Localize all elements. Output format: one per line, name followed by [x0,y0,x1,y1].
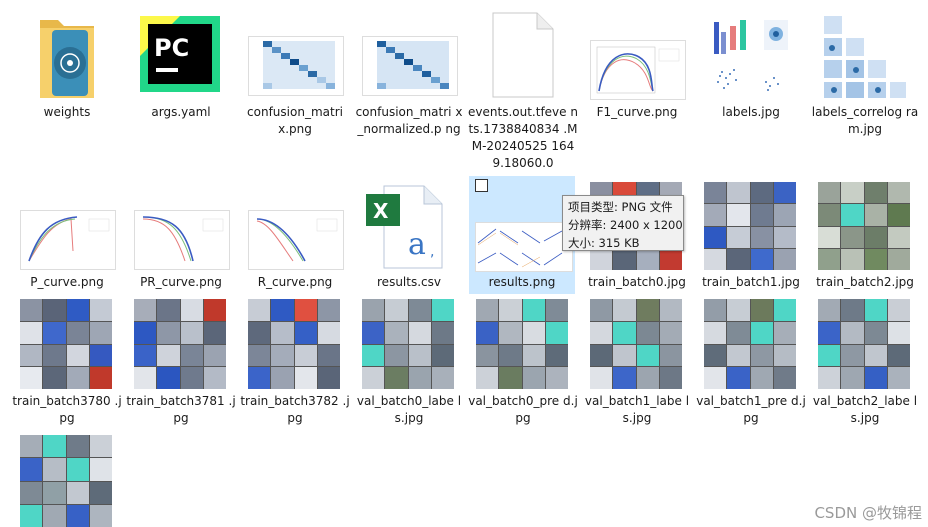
file-label: R_curve.png [257,275,333,289]
file-p-curve[interactable]: P_curve.png [12,178,122,296]
file-f1-curve[interactable]: F1_curve.png [582,8,692,126]
file-label: results.csv [377,275,441,289]
image-thumbnail-icon [704,182,796,270]
svg-text:,: , [430,244,434,260]
file-label: results.png [488,275,556,289]
image-thumbnail-icon [20,210,116,270]
file-train-batch3780[interactable]: train_batch3780 .jpg [12,297,122,431]
file-label: train_batch0.jpg [588,275,686,289]
image-thumbnail-icon [134,210,230,270]
tooltip-type: 项目类型: PNG 文件 [568,200,673,214]
file-val-batch2-labels[interactable]: val_batch2_labe ls.jpg [810,297,920,431]
file-train-batch1[interactable]: train_batch1.jpg [696,178,806,296]
file-label: val_batch0_pre d.jpg [468,394,578,425]
image-thumbnail-icon [20,435,112,527]
image-thumbnail-icon [818,299,910,389]
file-val-batch2-pred[interactable] [12,433,122,527]
file-val-batch0-pred[interactable]: val_batch0_pre d.jpg [468,297,578,431]
file-results-png-selected[interactable]: results.png [469,176,575,294]
tooltip-resolution: 分辨率: 2400 x 1200 [568,218,683,232]
image-thumbnail-icon [475,222,573,272]
file-label: val_batch2_labe ls.jpg [812,394,918,425]
image-thumbnail-icon [704,12,794,100]
file-train-batch3781[interactable]: train_batch3781 .jpg [126,297,236,431]
file-pr-curve[interactable]: PR_curve.png [126,178,236,296]
image-thumbnail-icon [134,299,226,389]
file-info-tooltip: 项目类型: PNG 文件 分辨率: 2400 x 1200 大小: 315 KB [562,195,684,251]
tooltip-size: 大小: 315 KB [568,236,640,250]
svg-text:X: X [373,199,389,223]
file-train-batch3782[interactable]: train_batch3782 .jpg [240,297,350,431]
file-label: labels.jpg [722,105,780,119]
file-label: confusion_matri x_normalized.p ng [355,105,463,136]
file-labels-jpg[interactable]: labels.jpg [696,8,806,126]
image-thumbnail-icon [590,299,682,389]
file-confusion-matrix[interactable]: confusion_matri x.png [240,8,350,148]
file-labels-correlogram[interactable]: labels_correlog ram.jpg [810,8,920,148]
file-val-batch0-labels[interactable]: val_batch0_labe ls.jpg [354,297,464,431]
file-label: F1_curve.png [596,105,678,119]
file-val-batch1-labels[interactable]: val_batch1_labe ls.jpg [582,297,692,431]
image-thumbnail-icon [20,299,112,389]
image-thumbnail-icon [362,299,454,389]
image-thumbnail-icon [248,299,340,389]
svg-text:a: a [408,227,426,262]
file-label: val_batch0_labe ls.jpg [356,394,462,425]
image-thumbnail-icon [248,36,344,96]
file-results-csv[interactable]: X a , results.csv [354,178,464,296]
file-confusion-matrix-normalized[interactable]: confusion_matri x_normalized.p ng [354,8,464,158]
file-label: args.yaml [151,105,211,119]
image-thumbnail-icon [362,36,458,96]
file-label: events.out.tfeve nts.1738840834 .MM-2024… [468,105,578,170]
image-thumbnail-icon [818,182,910,270]
image-thumbnail-icon [476,299,568,389]
folder-icon [34,14,100,100]
file-val-batch1-pred[interactable]: val_batch1_pre d.jpg [696,297,806,431]
file-label: val_batch1_pre d.jpg [696,394,806,425]
file-label: train_batch1.jpg [702,275,800,289]
selection-checkbox[interactable] [475,179,488,192]
file-train-batch2[interactable]: train_batch2.jpg [810,178,920,296]
svg-text:PC: PC [154,34,189,62]
image-thumbnail-icon [248,210,344,270]
file-label: labels_correlog ram.jpg [811,105,919,136]
image-thumbnail-icon [590,40,686,100]
file-label: train_batch3780 .jpg [12,394,122,425]
excel-csv-icon: X a , [364,184,444,270]
file-label: confusion_matri x.png [247,105,343,136]
file-label: train_batch2.jpg [816,275,914,289]
watermark: CSDN @牧锦程 [814,504,922,522]
file-args-yaml[interactable]: PC args.yaml [126,8,236,126]
file-label: val_batch1_labe ls.jpg [584,394,690,425]
file-r-curve[interactable]: R_curve.png [240,178,350,296]
pycharm-icon: PC [140,16,220,92]
file-label: train_batch3781 .jpg [126,394,236,425]
file-label: P_curve.png [30,275,104,289]
file-events-tfevents[interactable]: events.out.tfeve nts.1738840834 .MM-2024… [468,8,578,176]
file-label: train_batch3782 .jpg [240,394,350,425]
file-weights[interactable]: weights [12,8,122,126]
image-thumbnail-icon [704,299,796,389]
file-label: weights [43,105,91,119]
file-label: PR_curve.png [140,275,222,289]
image-thumbnail-icon [818,12,908,100]
blank-file-icon [492,12,554,98]
